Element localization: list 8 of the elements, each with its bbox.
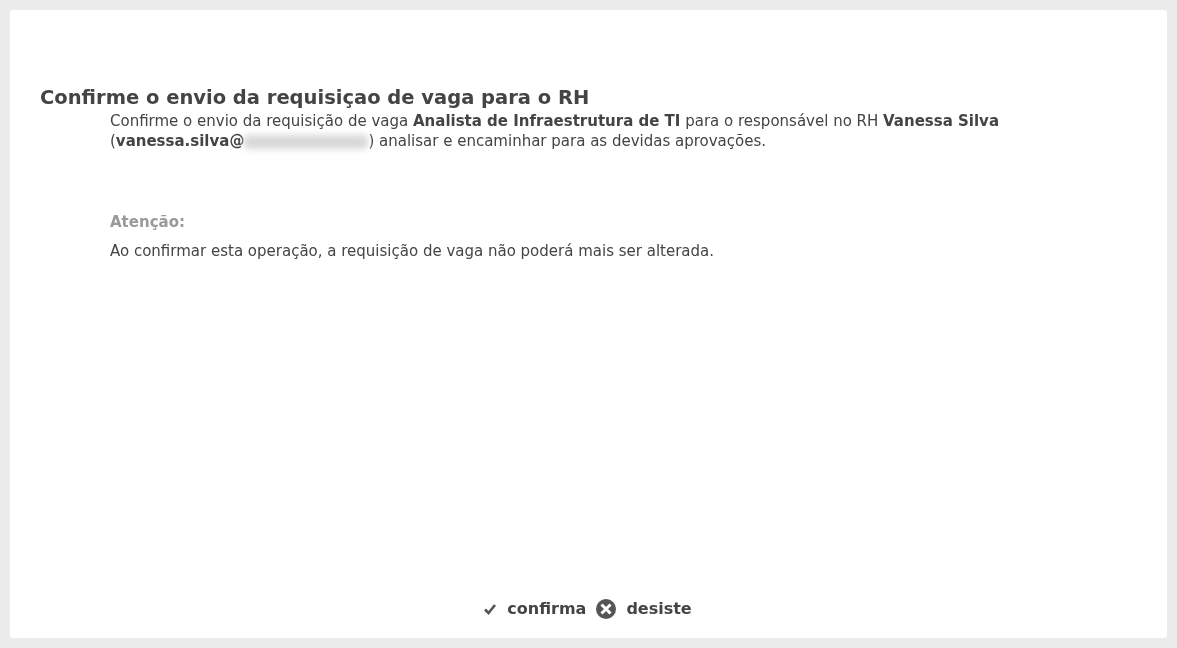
close-icon [596, 599, 617, 619]
cancel-button[interactable]: desiste [596, 597, 692, 621]
dialog-title: Confirme o envio da requisiçao de vaga para o RH [40, 85, 591, 111]
warning-heading: Atenção: [110, 212, 186, 233]
confirmation-message: Confirme o envio da requisição de vaga Analista de Infraestrutura de TI para o responsável no RH Vanessa Silva (vanessa.silva@ ) analisar e encaminhar para as devidas aprovações. [110, 111, 1000, 151]
check-icon [483, 603, 498, 615]
warning-text: Ao confirmar esta operação, a requisição de vaga não poderá mais ser alterada. [110, 240, 715, 262]
confirm-button[interactable]: confirma [483, 597, 587, 621]
